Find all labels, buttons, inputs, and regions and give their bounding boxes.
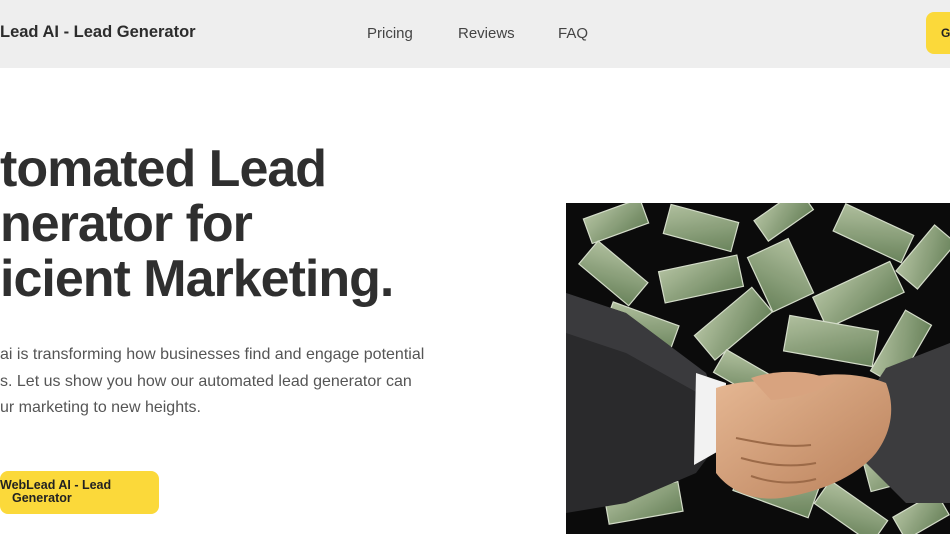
site-header: Lead AI - Lead Generator Pricing Reviews… [0,0,950,68]
hero-description-line: s. Let us show you how our automated lea… [0,372,412,390]
hero-cta-button[interactable]: WebLead AI - Lead Generator [0,471,159,514]
landing-page: Lead AI - Lead Generator Pricing Reviews… [0,0,950,534]
hero-description: ai is transforming how businesses find a… [0,342,470,422]
hero-cta-label-line: Generator [12,491,72,505]
handshake-money-illustration [566,203,950,534]
nav-link-faq[interactable]: FAQ [558,25,588,42]
hero-description-line: ur marketing to new heights. [0,399,201,416]
hero-title: tomated Lead nerator for icient Marketin… [0,140,394,308]
nav-link-pricing[interactable]: Pricing [367,25,413,42]
nav-link-reviews[interactable]: Reviews [458,25,515,42]
hero-title-line: nerator for [0,195,253,253]
hero-title-line: icient Marketing. [0,250,394,308]
hero-title-line: tomated Lead [0,140,327,198]
handshake-money-photo [566,203,950,534]
header-cta-button[interactable]: G [926,12,950,54]
hero-description-line: ai is transforming how businesses find a… [0,346,425,363]
brand-link[interactable]: Lead AI - Lead Generator [0,23,196,42]
